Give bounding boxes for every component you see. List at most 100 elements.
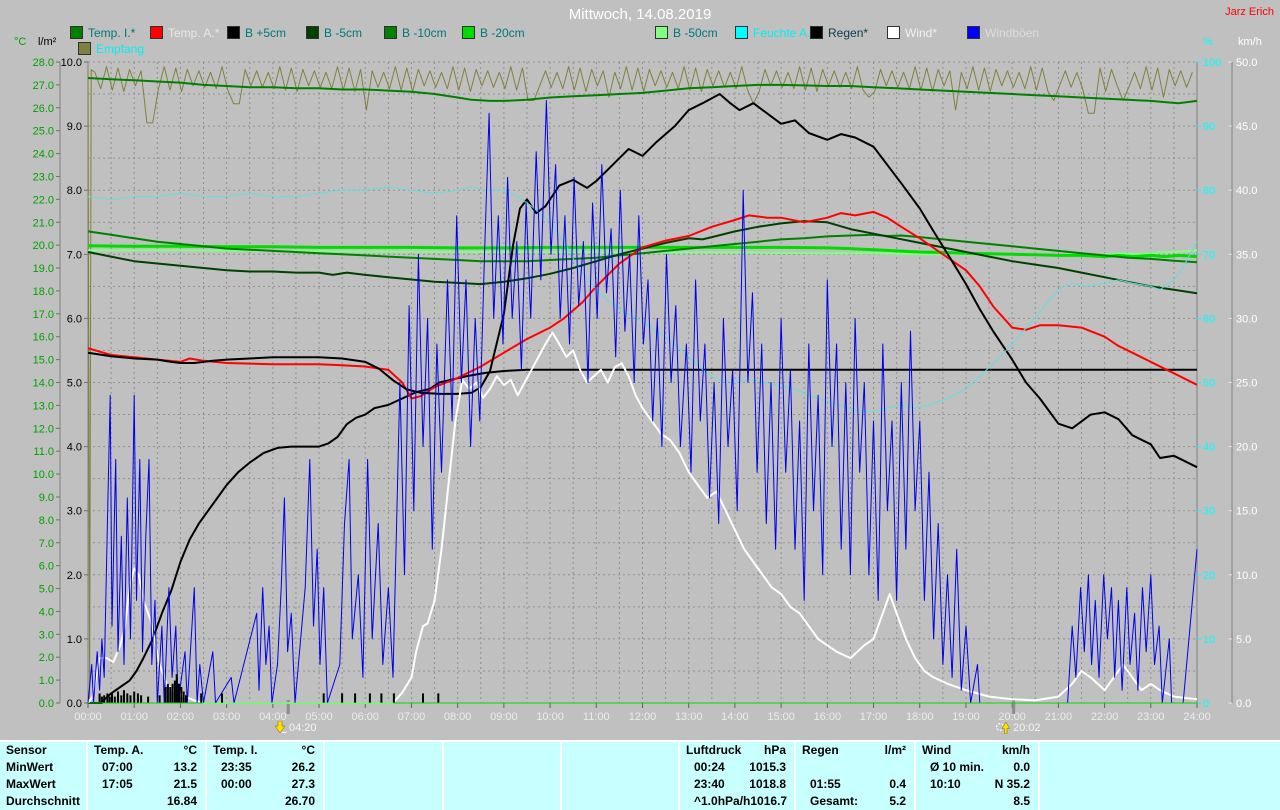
table-row: Sensor <box>0 742 86 759</box>
svg-text:10:00: 10:00 <box>536 711 564 723</box>
table-cell: 16.84 <box>167 793 205 810</box>
table-cell <box>552 776 560 793</box>
svg-text:22:00: 22:00 <box>1091 711 1119 723</box>
svg-text:10: 10 <box>1203 634 1215 646</box>
table-cell: hPa <box>764 742 794 759</box>
table-cell: Wind <box>916 742 951 759</box>
table-cell: 13.2 <box>174 759 205 776</box>
table-column <box>562 742 680 810</box>
svg-text:20: 20 <box>1203 570 1215 582</box>
table-cell <box>207 793 221 810</box>
svg-text:50: 50 <box>1203 378 1215 390</box>
svg-text:7.0: 7.0 <box>67 249 82 261</box>
table-cell <box>1040 793 1054 810</box>
svg-text:2.0: 2.0 <box>39 652 54 664</box>
table-cell <box>670 759 678 776</box>
table-cell <box>434 776 442 793</box>
table-row: 00:0027.3 <box>207 776 323 793</box>
table-cell <box>552 742 560 759</box>
table-row: 07:0013.2 <box>88 759 205 776</box>
table-row <box>562 759 678 776</box>
table-cell <box>552 759 560 776</box>
table-row: 17:05 21.5 <box>88 776 205 793</box>
table-row: Luftdruck hPa <box>680 742 794 759</box>
table-column: Temp. I.°C23:3526.200:0027.326.70 <box>207 742 325 810</box>
svg-text:12:00: 12:00 <box>629 711 657 723</box>
table-cell <box>1272 759 1280 776</box>
svg-text:26.0: 26.0 <box>33 103 54 115</box>
table-cell <box>670 776 678 793</box>
svg-text:30: 30 <box>1203 506 1215 518</box>
series-temp-i <box>88 78 1197 103</box>
svg-text:5.0: 5.0 <box>39 584 54 596</box>
svg-text:11.0: 11.0 <box>33 446 54 458</box>
svg-text:80: 80 <box>1203 185 1215 197</box>
svg-text:11:00: 11:00 <box>583 711 610 723</box>
table-cell: 00:24 <box>680 759 725 776</box>
table-cell <box>1272 742 1280 759</box>
svg-text:06:00: 06:00 <box>351 711 379 723</box>
svg-text:15:00: 15:00 <box>767 711 795 723</box>
table-cell: 0.4 <box>889 776 914 793</box>
svg-text:20.0: 20.0 <box>1236 442 1257 454</box>
table-column: SensorMinWertMaxWertDurchschnitt <box>0 742 88 810</box>
svg-text:1.0: 1.0 <box>39 675 54 687</box>
svg-text:0.0: 0.0 <box>67 698 82 710</box>
svg-text:30.0: 30.0 <box>1236 313 1257 325</box>
table-column <box>1040 742 1280 810</box>
svg-text:09:00: 09:00 <box>490 711 518 723</box>
table-row: 23:3526.2 <box>207 759 323 776</box>
table-cell: Regen <box>796 742 839 759</box>
svg-text:20.0: 20.0 <box>33 240 54 252</box>
svg-text:35.0: 35.0 <box>1236 249 1257 261</box>
table-cell: 1016.7 <box>750 793 795 810</box>
table-cell: ^1.0hPa/h <box>680 793 750 810</box>
table-cell <box>562 759 576 776</box>
table-cell: 26.70 <box>285 793 323 810</box>
table-cell: 17:05 <box>88 776 133 793</box>
svg-text:07:00: 07:00 <box>398 711 426 723</box>
table-cell: Sensor <box>0 742 47 759</box>
table-row: 8.5 <box>916 793 1038 810</box>
svg-text:2.0: 2.0 <box>67 570 82 582</box>
table-row <box>796 759 914 776</box>
svg-text:8.0: 8.0 <box>67 185 82 197</box>
svg-text:7.0: 7.0 <box>39 538 54 550</box>
table-row <box>1040 742 1280 759</box>
svg-text:16:00: 16:00 <box>814 711 842 723</box>
svg-text:22.0: 22.0 <box>33 194 54 206</box>
table-cell <box>434 742 442 759</box>
svg-text:12.0: 12.0 <box>33 423 54 435</box>
svg-text:1.0: 1.0 <box>67 634 82 646</box>
table-row: Ø 10 min.0.0 <box>916 759 1038 776</box>
sunset-marker: 20:02 <box>996 721 1041 737</box>
svg-text:24.0: 24.0 <box>33 149 54 161</box>
table-row <box>325 759 442 776</box>
table-row <box>325 793 442 810</box>
table-cell <box>325 742 331 759</box>
table-cell: 21.5 <box>174 776 205 793</box>
table-cell: Luftdruck <box>680 742 741 759</box>
table-cell <box>562 776 576 793</box>
table-row <box>1040 759 1280 776</box>
svg-text:17.0: 17.0 <box>33 309 54 321</box>
table-row: ^1.0hPa/h1016.7 <box>680 793 794 810</box>
table-row <box>562 793 678 810</box>
table-cell <box>906 759 914 776</box>
table-cell <box>444 793 458 810</box>
table-cell <box>670 793 678 810</box>
table-cell <box>434 793 442 810</box>
table-cell <box>1040 759 1054 776</box>
svg-text:19:00: 19:00 <box>952 711 980 723</box>
table-cell <box>444 776 458 793</box>
table-row <box>1040 776 1280 793</box>
table-cell <box>78 776 86 793</box>
svg-text:10.0: 10.0 <box>33 469 54 481</box>
table-row: 00:24 1015.3 <box>680 759 794 776</box>
svg-text:13:00: 13:00 <box>675 711 703 723</box>
table-cell: 1015.3 <box>749 759 794 776</box>
svg-text:00:00: 00:00 <box>74 711 102 723</box>
table-row <box>444 793 560 810</box>
table-cell: MaxWert <box>0 776 56 793</box>
weather-plot[interactable]: 0.01.02.03.04.05.06.07.08.09.010.011.012… <box>0 0 1280 742</box>
